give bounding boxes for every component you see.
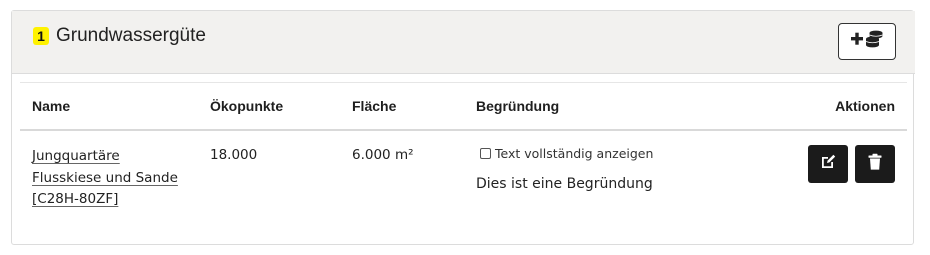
- flaeche-value: 6.000 m²: [352, 147, 414, 163]
- begruendung-text: Dies ist eine Begründung: [476, 176, 653, 192]
- card-title: Grundwassergüte: [56, 25, 206, 46]
- delete-button[interactable]: [855, 145, 895, 183]
- groundwater-quality-card: 1 Grundwassergüte Name Ökopunkte Fläche …: [11, 10, 915, 245]
- plus-coins-icon: [849, 28, 885, 55]
- add-entry-button[interactable]: [838, 23, 896, 60]
- table-header: Name Ökopunkte Fläche Begründung Aktione…: [20, 82, 907, 131]
- biotope-name-link[interactable]: Jungquartäre Flusskiese und Sande [C28H-…: [32, 148, 178, 207]
- card-header: 1 Grundwassergüte: [12, 11, 915, 74]
- show-full-text-toggle[interactable]: Text vollständig anzeigen: [480, 146, 653, 161]
- trash-icon: [867, 153, 883, 176]
- name-line-3: [C28H-80ZF]: [32, 191, 119, 207]
- edit-button[interactable]: [808, 145, 848, 183]
- number-badge: 1: [33, 27, 49, 45]
- header-flaeche: Fläche: [352, 98, 397, 114]
- name-line-1: Jungquartäre: [32, 148, 120, 164]
- edit-icon: [819, 153, 837, 176]
- oekopunkte-value: 18.000: [210, 147, 258, 163]
- show-full-text-checkbox[interactable]: [480, 148, 491, 159]
- table-row: Jungquartäre Flusskiese und Sande [C28H-…: [20, 131, 907, 221]
- show-full-text-label[interactable]: Text vollständig anzeigen: [495, 146, 653, 161]
- header-aktionen: Aktionen: [835, 98, 895, 114]
- header-oekopunkte: Ökopunkte: [210, 98, 284, 114]
- header-begruendung: Begründung: [476, 98, 560, 114]
- header-name: Name: [32, 98, 71, 114]
- name-line-2: Flusskiese und Sande: [32, 169, 178, 186]
- name-cell: Jungquartäre Flusskiese und Sande [C28H-…: [32, 145, 178, 210]
